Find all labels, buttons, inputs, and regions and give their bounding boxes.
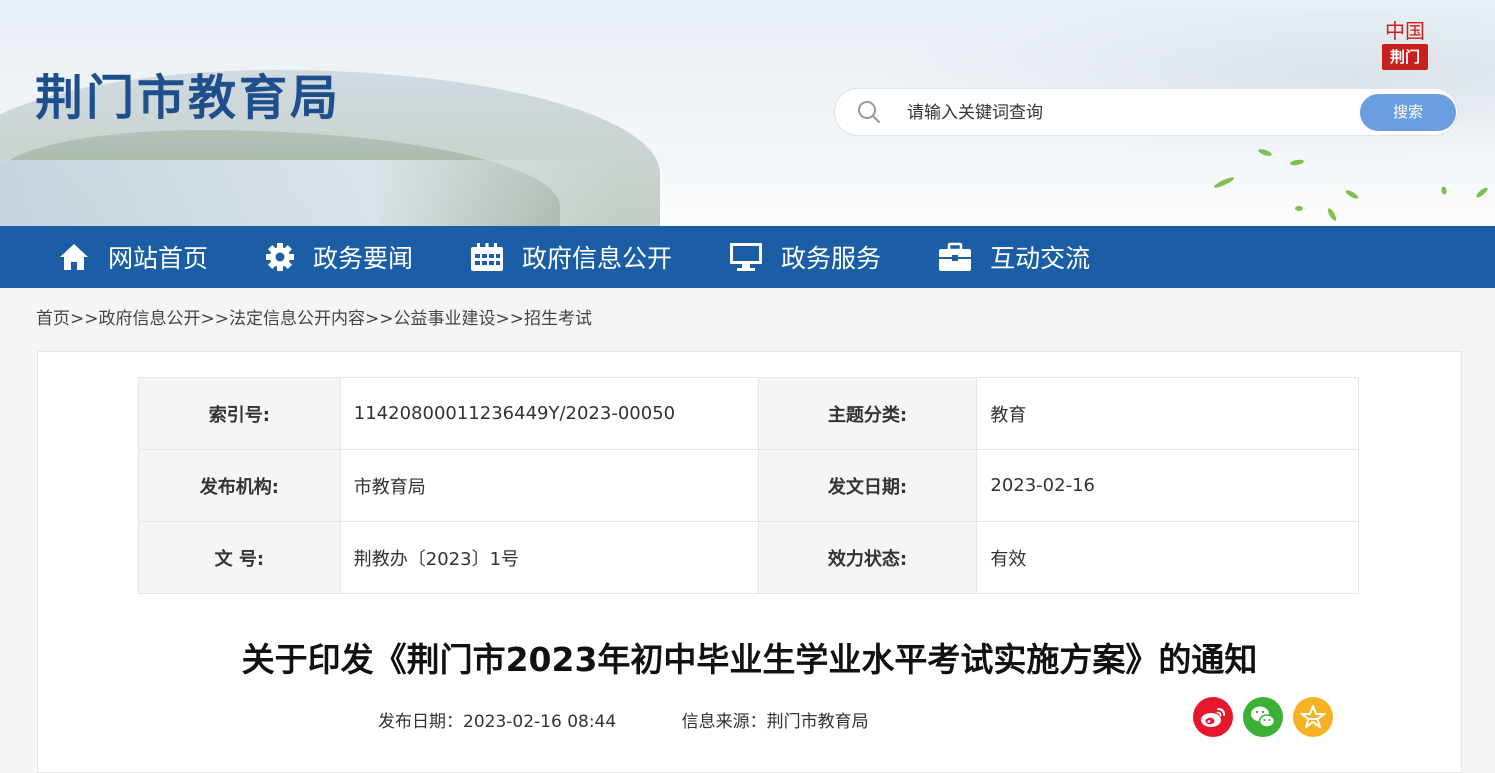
nav-item-news[interactable]: 政务要闻 bbox=[265, 239, 413, 275]
search-bar: 搜索 bbox=[834, 88, 1458, 136]
nav-label: 政府信息公开 bbox=[522, 244, 673, 273]
meta-key: 发布机构: bbox=[138, 449, 341, 522]
meta-value: 荆教办〔2023〕1号 bbox=[339, 521, 759, 594]
nav-item-services[interactable]: 政务服务 bbox=[729, 239, 881, 275]
leaf-decoration bbox=[1440, 186, 1448, 195]
nav-item-home[interactable]: 网站首页 bbox=[58, 239, 208, 275]
leaf-decoration bbox=[1326, 207, 1338, 222]
briefcase-icon bbox=[939, 242, 972, 271]
article-meta: 发布日期：2023-02-16 08:44 信息来源：荆门市教育局 bbox=[378, 707, 929, 732]
nav-label: 互动交流 bbox=[990, 244, 1091, 273]
table-row: 索引号: 11420800011236449Y/2023-00050 主题分类:… bbox=[138, 377, 1359, 450]
article-title: 关于印发《荆门市2023年初中毕业生学业水平考试实施方案》的通知 bbox=[241, 640, 1258, 679]
china-jingmen-seal: 中国 荆门 bbox=[1378, 18, 1432, 82]
site-title[interactable]: 荆门市教育局 bbox=[35, 58, 341, 128]
search-input[interactable] bbox=[905, 97, 1349, 129]
weibo-share-icon[interactable] bbox=[1193, 697, 1233, 737]
meta-key: 效力状态: bbox=[757, 521, 978, 594]
monitor-icon bbox=[730, 243, 763, 271]
calendar-icon bbox=[471, 243, 504, 271]
meta-value: 市教育局 bbox=[339, 449, 759, 522]
home-icon bbox=[60, 244, 88, 270]
header-river bbox=[0, 160, 620, 226]
meta-value: 2023-02-16 bbox=[976, 449, 1359, 522]
main-nav: 网站首页 政务要闻 政府信息公开 政务服务 互动交流 bbox=[0, 226, 1495, 288]
meta-value: 有效 bbox=[976, 521, 1359, 594]
meta-value: 教育 bbox=[976, 377, 1359, 450]
meta-key: 索引号: bbox=[138, 377, 341, 450]
article-panel: 索引号: 11420800011236449Y/2023-00050 主题分类:… bbox=[37, 351, 1462, 773]
seal-top-text: 中国 bbox=[1385, 19, 1425, 43]
wechat-share-icon[interactable] bbox=[1243, 697, 1283, 737]
nav-label: 政务服务 bbox=[781, 244, 882, 273]
leaf-decoration bbox=[1212, 175, 1236, 190]
gear-icon bbox=[266, 243, 295, 271]
seal-bottom-text: 荆门 bbox=[1382, 44, 1428, 70]
leaf-decoration bbox=[1475, 186, 1489, 199]
meta-key: 文 号: bbox=[138, 521, 341, 594]
nav-label: 网站首页 bbox=[108, 244, 209, 273]
meta-value: 11420800011236449Y/2023-00050 bbox=[339, 377, 759, 450]
document-meta-table: 索引号: 11420800011236449Y/2023-00050 主题分类:… bbox=[138, 377, 1359, 594]
publish-date: 发布日期：2023-02-16 08:44 bbox=[378, 712, 617, 732]
info-source: 信息来源：荆门市教育局 bbox=[681, 712, 869, 732]
table-row: 文 号: 荆教办〔2023〕1号 效力状态: 有效 bbox=[138, 521, 1359, 594]
breadcrumb[interactable]: 首页>>政府信息公开>>法定信息公开内容>>公益事业建设>>招生考试 bbox=[0, 288, 1495, 352]
site-header: 荆门市教育局 中国 荆门 搜索 bbox=[0, 0, 1495, 226]
search-icon bbox=[858, 101, 880, 123]
leaf-decoration bbox=[1344, 188, 1360, 201]
leaf-decoration bbox=[1295, 206, 1303, 211]
nav-label: 政务要闻 bbox=[313, 244, 414, 273]
nav-item-info-disclosure[interactable]: 政府信息公开 bbox=[470, 239, 672, 275]
table-row: 发布机构: 市教育局 发文日期: 2023-02-16 bbox=[138, 449, 1359, 522]
meta-key: 发文日期: bbox=[757, 449, 978, 522]
meta-key: 主题分类: bbox=[757, 377, 978, 450]
favorite-share-icon[interactable] bbox=[1293, 697, 1333, 737]
nav-item-interaction[interactable]: 互动交流 bbox=[938, 239, 1090, 275]
search-button[interactable]: 搜索 bbox=[1360, 94, 1456, 131]
